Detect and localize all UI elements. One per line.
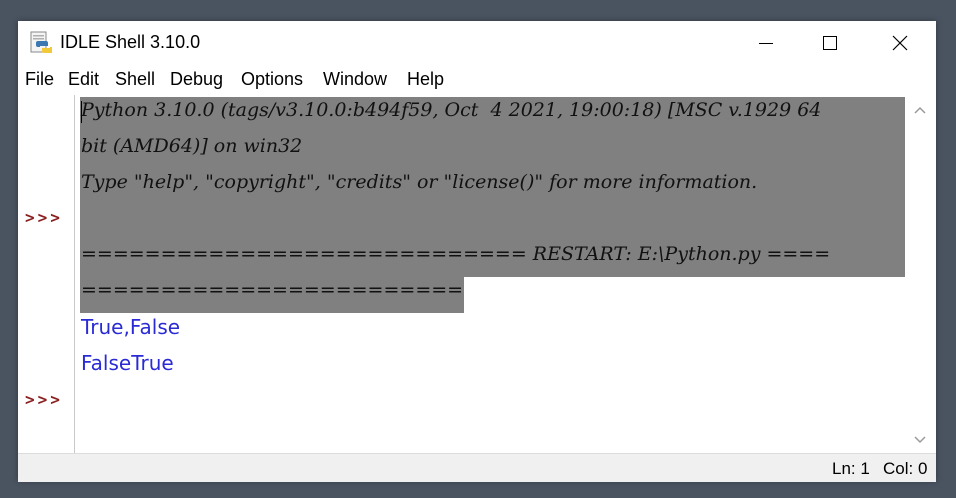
maximize-button[interactable] [800, 21, 860, 65]
shell-editor[interactable]: >>> >>> Python 3.10.0 (tags/v3.10.0:b494… [18, 95, 936, 453]
close-button[interactable] [870, 21, 930, 65]
close-icon [892, 35, 908, 51]
shell-prompt: >>> [25, 208, 63, 227]
output-line: FalseTrue [81, 351, 174, 375]
title-bar[interactable]: IDLE Shell 3.10.0 [18, 21, 936, 65]
window-title: IDLE Shell 3.10.0 [60, 32, 201, 52]
menu-file[interactable]: File [25, 69, 54, 90]
menu-options[interactable]: Options [241, 69, 303, 90]
menu-help[interactable]: Help [407, 69, 444, 90]
maximize-icon [823, 36, 837, 50]
status-line: Ln: 1 [832, 459, 870, 478]
menu-edit[interactable]: Edit [68, 69, 99, 90]
python-app-icon [30, 31, 52, 53]
shell-line: Type "help", "copyright", "credits" or "… [81, 171, 758, 193]
shell-line: ======================== [81, 279, 464, 301]
menu-window[interactable]: Window [323, 69, 387, 90]
menu-bar: File Edit Shell Debug Options Window Hel… [18, 65, 936, 95]
shell-line: bit (AMD64)] on win32 [81, 135, 303, 157]
status-column: Col: 0 [883, 459, 928, 478]
shell-prompt: >>> [25, 390, 63, 409]
output-line: True,False [81, 315, 181, 339]
shell-line: Python 3.10.0 (tags/v3.10.0:b494f59, Oct… [81, 99, 822, 121]
prompt-gutter: >>> >>> [18, 95, 75, 453]
vertical-scrollbar[interactable] [905, 95, 936, 453]
shell-text-area[interactable]: Python 3.10.0 (tags/v3.10.0:b494f59, Oct… [75, 95, 905, 453]
scroll-down-icon[interactable] [913, 435, 927, 445]
menu-debug[interactable]: Debug [170, 69, 223, 90]
scroll-up-icon[interactable] [913, 105, 927, 115]
menu-shell[interactable]: Shell [115, 69, 155, 90]
status-bar: Ln: 1 Col: 0 [18, 453, 936, 482]
shell-line: ============================ RESTART: E:… [81, 243, 831, 265]
minimize-icon [759, 43, 773, 44]
idle-window: IDLE Shell 3.10.0 File Edit Shell Debug … [18, 21, 936, 482]
minimize-button[interactable] [736, 21, 796, 65]
